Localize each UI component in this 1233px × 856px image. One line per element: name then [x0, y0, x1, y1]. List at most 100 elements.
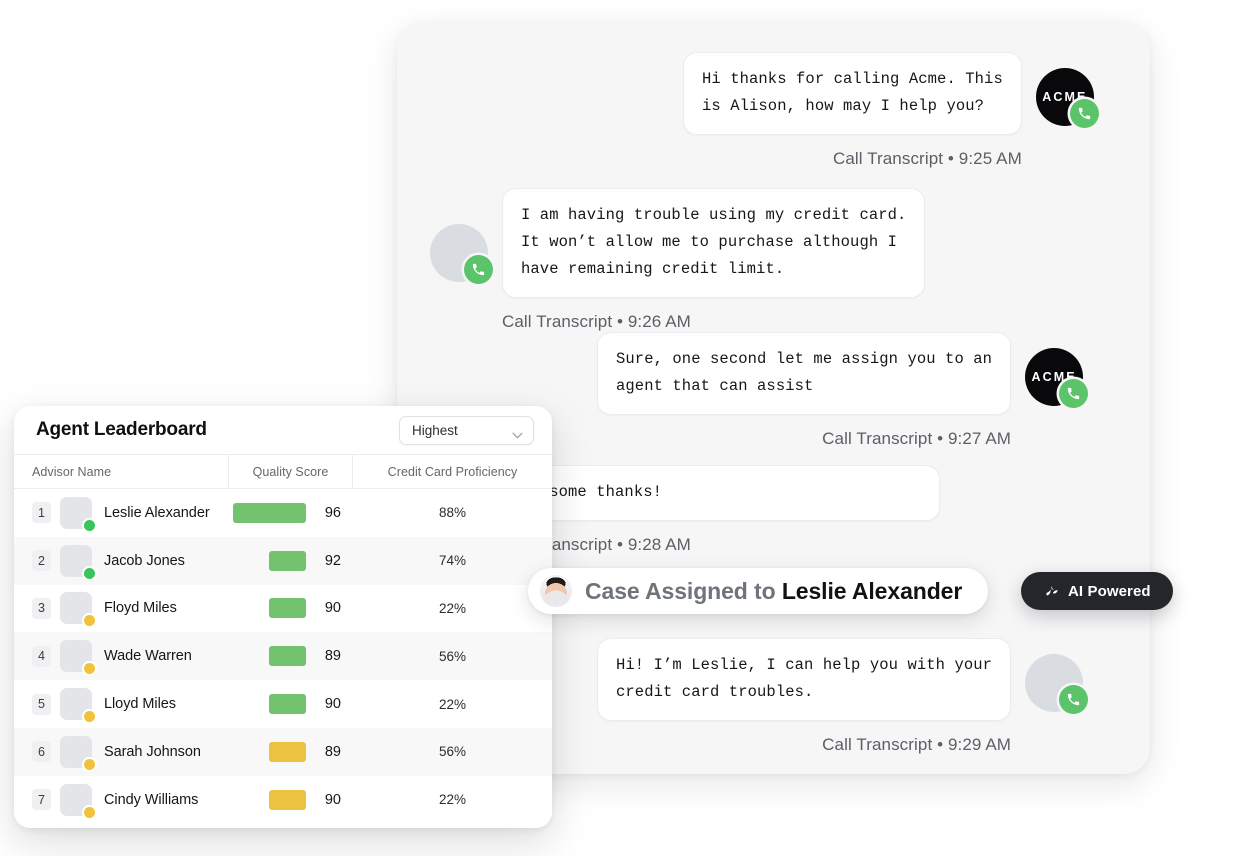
table-row[interactable]: 7 Cindy Williams 90 22% — [14, 775, 552, 824]
page-title: Agent Leaderboard — [36, 419, 207, 440]
message-timestamp: Call Transcript • 9:25 AM — [832, 149, 1022, 168]
column-header-advisor-name: Advisor Name — [32, 464, 112, 479]
leaderboard-header: Agent Leaderboard Highest — [14, 406, 552, 455]
ai-powered-label: AI Powered — [1068, 582, 1151, 600]
proficiency-value: 22% — [438, 696, 467, 712]
cell-advisor-name: 1 Leslie Alexander — [14, 496, 228, 531]
avatar — [540, 575, 572, 607]
quality-score-bar — [269, 694, 306, 715]
status-badge — [84, 519, 95, 531]
cell-credit-card-proficiency: 56% — [353, 649, 552, 664]
rank-badge: 6 — [32, 741, 51, 763]
quality-score-bar — [269, 741, 306, 762]
quality-score-bar — [269, 789, 306, 810]
cell-advisor-name: 6 Sarah Johnson — [14, 735, 228, 770]
table-row[interactable]: 3 Floyd Miles 90 22% — [14, 584, 552, 633]
table-row[interactable]: 4 Wade Warren 89 56% — [14, 632, 552, 681]
sort-order-value: Highest — [412, 422, 458, 438]
cell-quality-score: 90 — [228, 598, 353, 619]
rank-badge: 4 — [32, 645, 51, 667]
cell-credit-card-proficiency: 22% — [353, 792, 552, 807]
cell-quality-score: 92 — [228, 550, 353, 571]
acme-logo-avatar: ACME — [1025, 348, 1089, 408]
table-row[interactable]: 2 Jacob Jones 92 74% — [14, 536, 552, 585]
status-badge — [84, 806, 95, 818]
cell-advisor-name: 4 Wade Warren — [14, 640, 228, 675]
proficiency-value: 88% — [438, 505, 467, 521]
proficiency-value: 22% — [438, 600, 467, 616]
quality-score-value: 92 — [324, 552, 341, 569]
quality-score-value: 90 — [324, 600, 341, 617]
proficiency-value: 22% — [438, 792, 467, 808]
quality-score-value: 90 — [324, 696, 341, 713]
quality-score-value: 89 — [324, 743, 341, 760]
cell-credit-card-proficiency: 56% — [353, 744, 552, 759]
status-badge — [84, 758, 95, 770]
status-badge — [84, 615, 95, 627]
avatar — [60, 640, 95, 675]
assign-banner-text: Case Assigned to Leslie Alexander — [585, 578, 962, 605]
customer-photo-avatar — [430, 224, 493, 284]
phone-icon — [1069, 99, 1099, 128]
assigned-agent-name: Leslie Alexander — [781, 577, 963, 604]
chat-message: Sure, one second let me assign you to an… — [597, 332, 1089, 449]
message-timestamp: Call Transcript • 9:27 AM — [822, 429, 1012, 448]
status-badge — [84, 567, 95, 579]
cell-advisor-name: 2 Jacob Jones — [14, 544, 228, 579]
message-bubble: Hi! I’m Leslie, I can help you with your… — [597, 638, 1012, 721]
agent-leaderboard-card: Agent Leaderboard Highest Advisor Name Q… — [14, 406, 552, 828]
advisor-name: Leslie Alexander — [104, 504, 210, 521]
quality-score-value: 90 — [324, 791, 341, 808]
phone-icon — [464, 255, 493, 284]
advisor-name: Floyd Miles — [104, 600, 177, 617]
cell-credit-card-proficiency: 22% — [353, 601, 552, 616]
proficiency-value: 56% — [438, 648, 467, 664]
advisor-name: Cindy Williams — [104, 791, 199, 808]
rank-badge: 7 — [32, 789, 51, 811]
quality-score-bar — [233, 502, 306, 523]
rank-badge: 1 — [32, 502, 51, 524]
cell-advisor-name: 5 Lloyd Miles — [14, 688, 228, 723]
message-bubble: I am having trouble using my credit card… — [502, 188, 926, 298]
advisor-name: Wade Warren — [104, 648, 192, 665]
cell-quality-score: 89 — [228, 741, 353, 762]
avatar — [60, 592, 95, 627]
cell-advisor-name: 7 Cindy Williams — [14, 783, 228, 818]
column-header-quality-score: Quality Score — [228, 455, 353, 488]
proficiency-value: 74% — [438, 553, 467, 569]
message-bubble: Hi thanks for calling Acme. This is Alis… — [683, 52, 1022, 135]
advisor-name: Jacob Jones — [104, 552, 185, 569]
avatar — [60, 544, 95, 579]
advisor-name: Lloyd Miles — [104, 696, 176, 713]
rank-badge: 3 — [32, 597, 51, 619]
avatar — [60, 496, 95, 531]
table-row[interactable]: 6 Sarah Johnson 89 56% — [14, 727, 552, 776]
quality-score-bar — [269, 598, 306, 619]
leslie-photo-avatar — [1025, 654, 1089, 714]
column-header-credit-card-proficiency: Credit Card Proficiency — [387, 464, 518, 479]
rank-badge: 2 — [32, 550, 51, 572]
chat-message: Hi thanks for calling Acme. This is Alis… — [683, 52, 1099, 169]
message-bubble: Awesome thanks! — [502, 465, 940, 521]
quality-score-value: 89 — [324, 648, 341, 665]
sort-order-select[interactable]: Highest — [399, 415, 534, 445]
cell-credit-card-proficiency: 22% — [353, 697, 552, 712]
status-badge — [84, 663, 95, 675]
acme-logo-avatar: ACME — [1035, 68, 1099, 128]
ai-powered-badge[interactable]: AI Powered — [1021, 572, 1173, 610]
table-row[interactable]: 5 Lloyd Miles 90 22% — [14, 680, 552, 728]
message-timestamp: Call Transcript • 9:29 AM — [822, 735, 1012, 754]
chat-message: I am having trouble using my credit card… — [430, 188, 926, 332]
phone-icon — [1059, 379, 1089, 408]
avatar — [60, 783, 95, 818]
table-column-headers: Advisor Name Quality Score Credit Card P… — [14, 455, 552, 489]
avatar — [60, 735, 95, 770]
cell-quality-score: 90 — [228, 789, 353, 810]
advisor-name: Sarah Johnson — [104, 743, 201, 760]
proficiency-value: 56% — [438, 744, 467, 760]
case-assigned-banner[interactable]: Case Assigned to Leslie Alexander — [528, 568, 989, 614]
table-row[interactable]: 1 Leslie Alexander 96 88% — [14, 489, 552, 537]
leaderboard-table-body: 1 Leslie Alexander 96 88% 2 Jacob Jones 92 74% 3… — [14, 489, 552, 824]
message-bubble: Sure, one second let me assign you to an… — [597, 332, 1012, 415]
cell-quality-score: 89 — [228, 646, 353, 667]
